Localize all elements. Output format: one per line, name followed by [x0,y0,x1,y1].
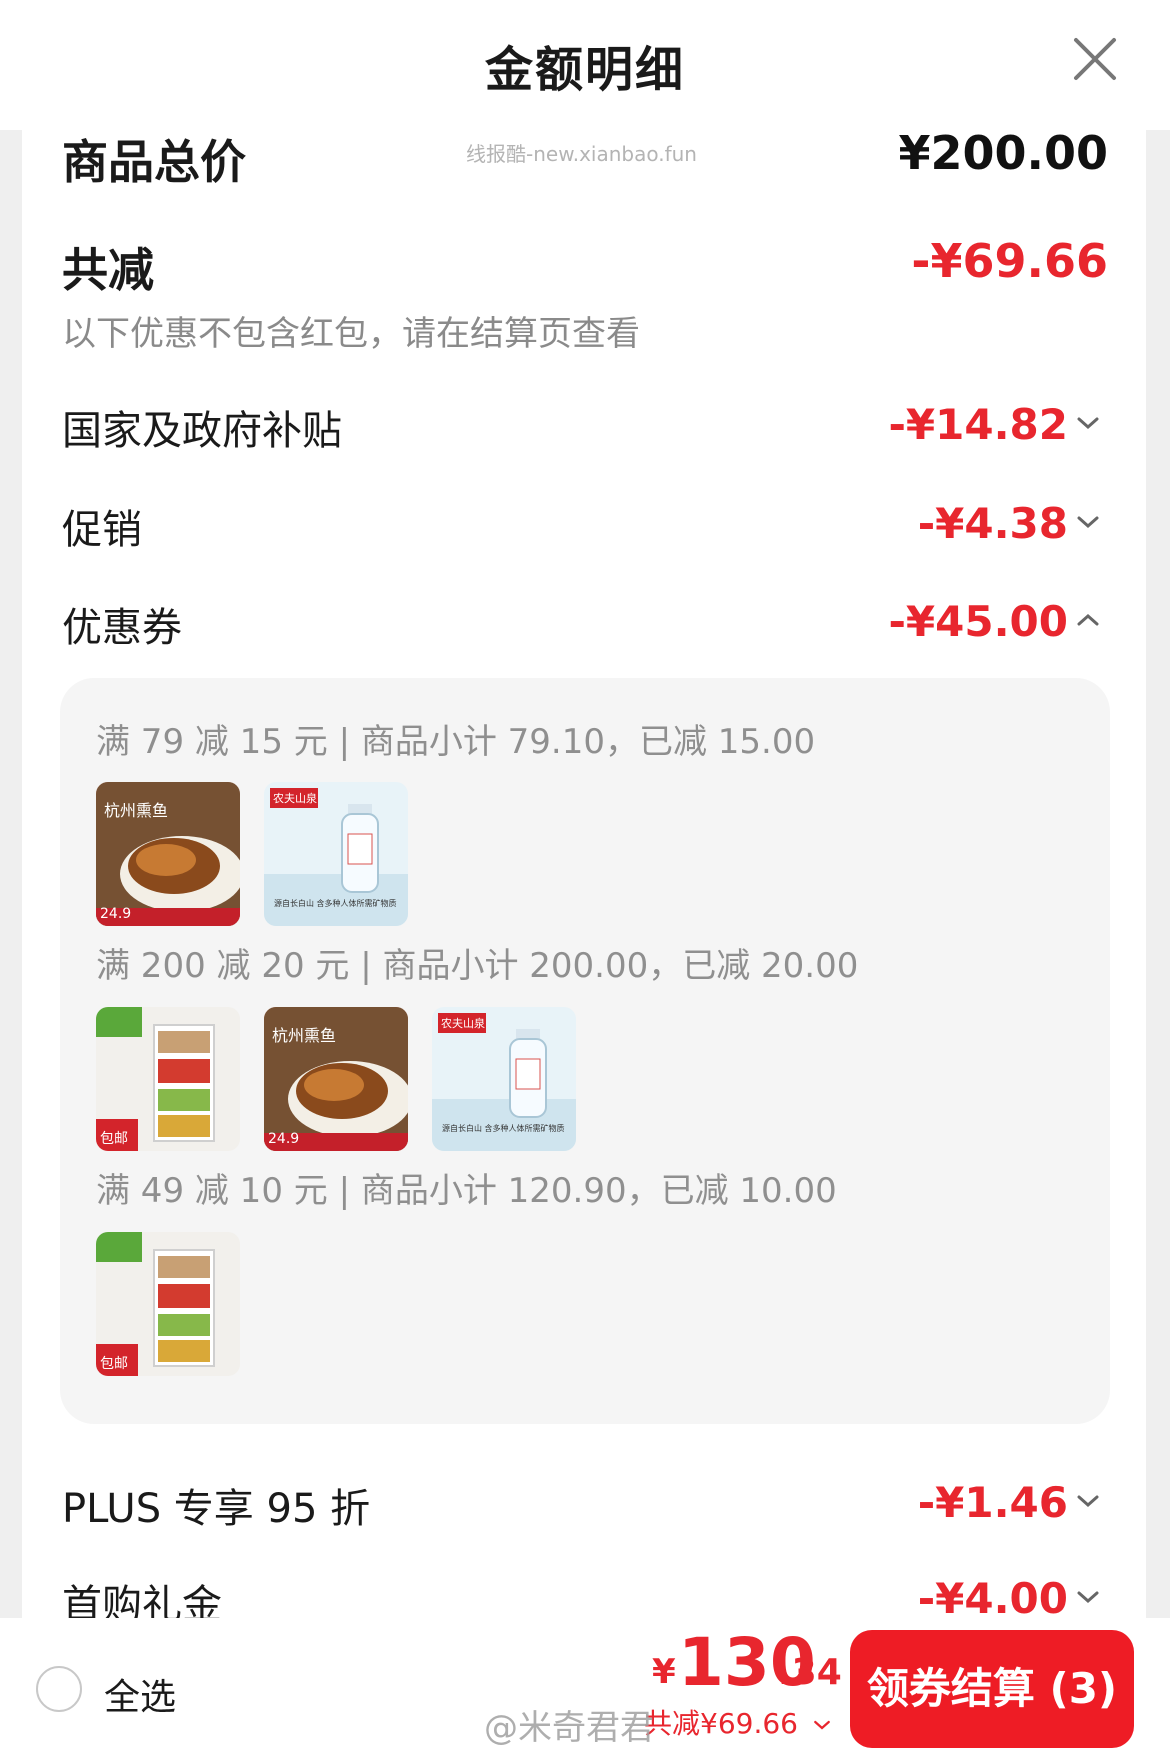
chevron-down-icon [1077,1591,1099,1604]
coupon-rule-text: 满 49 减 10 元 | 商品小计 120.90，已减 10.00 [96,1171,837,1211]
svg-text:源自长白山 含多种人体所需矿物质: 源自长白山 含多种人体所需矿物质 [274,898,397,908]
discount-label: 优惠券 [62,605,182,651]
chevron-down-icon [1077,516,1099,529]
discount-amount: -¥1.46 [917,1478,1068,1527]
svg-text:杭州熏鱼: 杭州熏鱼 [272,1026,336,1045]
chevron-down-icon [1077,1495,1099,1508]
svg-text:24.9: 24.9 [268,1131,299,1147]
weibo-watermark: @米奇君君 [484,1708,654,1748]
total-reduction-amount: -¥69.66 [911,234,1108,288]
reduction-note: 以下优惠不包含红包，请在结算页查看 [62,314,640,354]
coupon-rule-text: 满 200 减 20 元 | 商品小计 200.00，已减 20.00 [96,946,859,986]
discount-amount: -¥14.82 [888,400,1068,449]
checkout-button[interactable]: 领券结算 (3) [850,1630,1134,1748]
chevron-up-icon [1077,613,1099,626]
select-all-radio[interactable] [36,1666,82,1712]
close-button[interactable] [1070,34,1120,84]
discount-label: PLUS 专享 95 折 [62,1486,371,1532]
discount-label: 国家及政府补贴 [62,408,342,454]
discount-amount: -¥4.00 [917,1574,1068,1623]
watermark: 线报酷-new.xianbao.fun [466,142,697,166]
product-thumbnail-mineral-water[interactable]: 农夫山泉 源自长白山 含多种人体所需矿物质 [432,1007,576,1151]
svg-text:包邮: 包邮 [100,1356,128,1372]
close-icon [1074,38,1116,80]
svg-text:包邮: 包邮 [100,1131,128,1147]
backdrop-left [0,130,22,1620]
price-decimal: .34 [778,1652,842,1693]
reduction-summary-toggle[interactable]: 共减¥69.66 [644,1702,831,1742]
product-thumbnail-storage-rack[interactable]: 包邮 [96,1007,240,1151]
backdrop-right [1146,130,1170,1620]
total-price-label: 商品总价 [62,135,246,189]
chevron-down-icon [814,1720,830,1730]
price-currency: ¥ [652,1652,676,1692]
total-reduction-label: 共减 [62,243,154,297]
page-title: 金额明细 [484,42,685,98]
svg-text:杭州熏鱼: 杭州熏鱼 [104,801,168,820]
coupon-rule-text: 满 79 减 15 元 | 商品小计 79.10，已减 15.00 [96,722,816,762]
select-all-label[interactable]: 全选 [104,1668,176,1720]
svg-text:源自长白山 含多种人体所需矿物质: 源自长白山 含多种人体所需矿物质 [442,1123,565,1133]
product-thumbnail-fish-snack[interactable]: 24.9 杭州熏鱼 [96,782,240,926]
product-thumbnail-storage-rack[interactable]: 包邮 [96,1232,240,1376]
reduction-summary-text: 共减¥69.66 [644,1707,798,1740]
chevron-down-icon [1077,417,1099,430]
total-price-amount: ¥200.00 [898,126,1108,180]
product-thumbnail-mineral-water[interactable]: 农夫山泉 源自长白山 含多种人体所需矿物质 [264,782,408,926]
discount-amount: -¥4.38 [917,499,1068,548]
discount-label: 促销 [62,507,142,553]
svg-text:农夫山泉: 农夫山泉 [441,1016,485,1030]
svg-text:24.9: 24.9 [100,906,131,922]
svg-text:农夫山泉: 农夫山泉 [273,791,317,805]
discount-amount: -¥45.00 [888,597,1068,646]
product-thumbnail-fish-snack[interactable]: 24.9 杭州熏鱼 [264,1007,408,1151]
